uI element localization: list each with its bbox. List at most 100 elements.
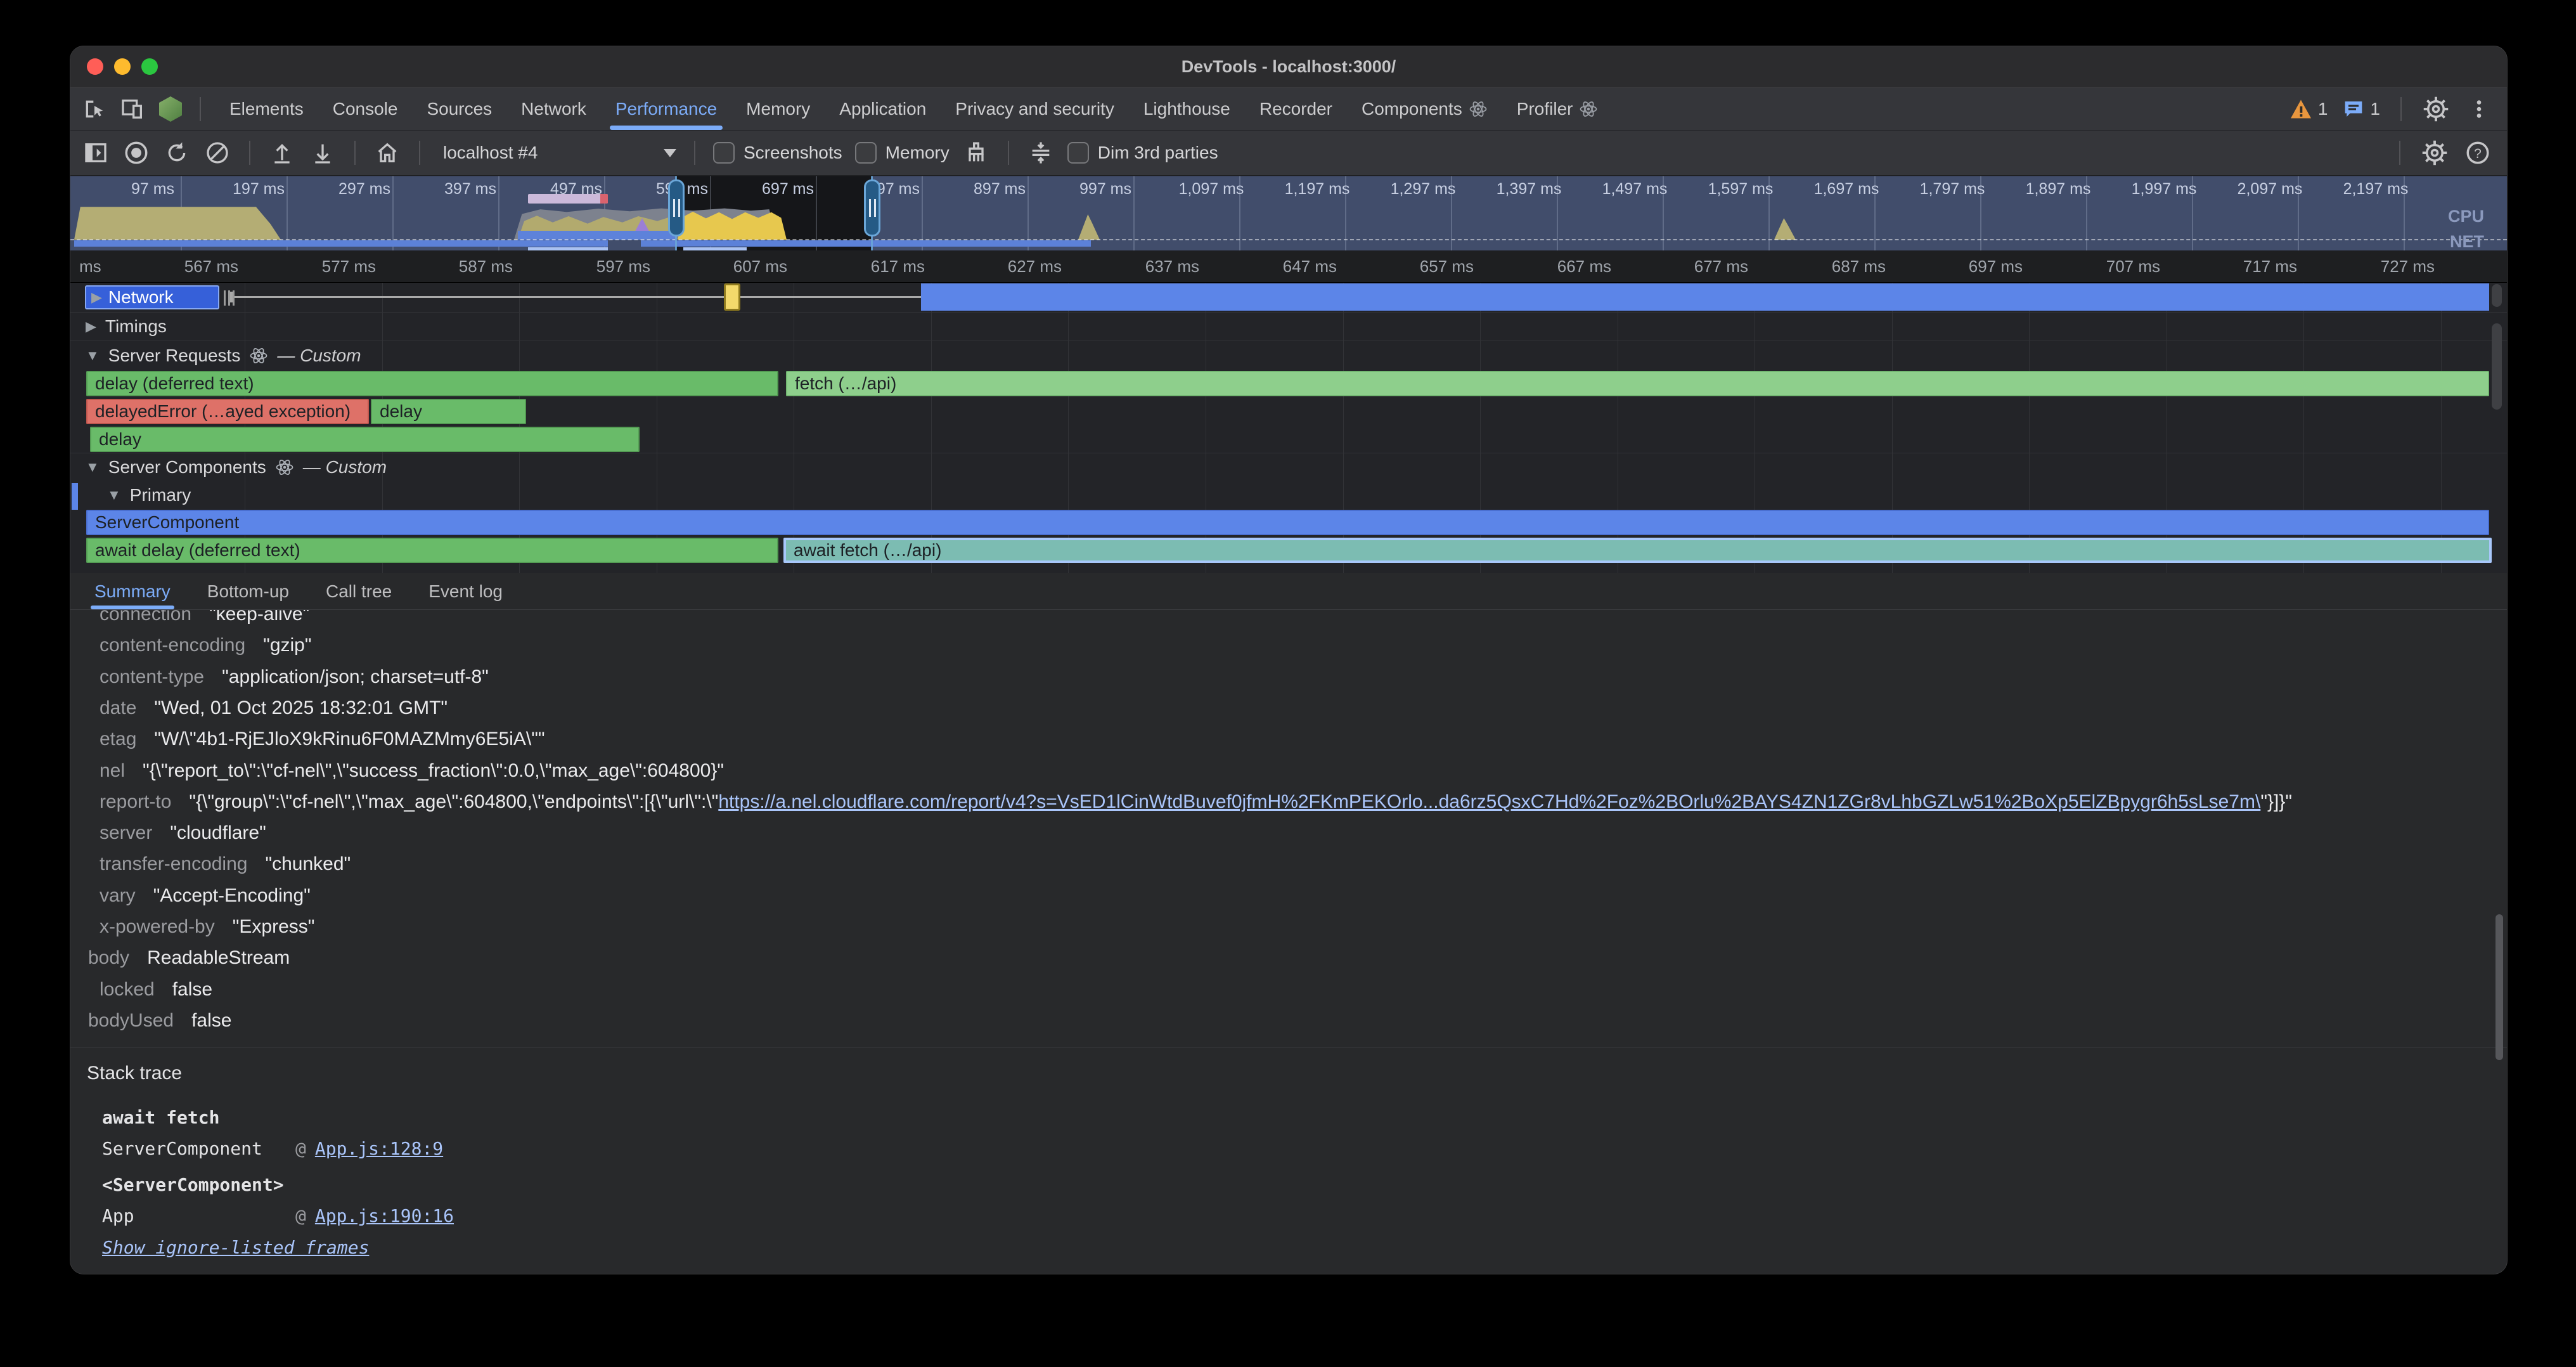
header-value: "Accept-Encoding" [153, 885, 311, 906]
server-components-track-label: Server Components [108, 457, 266, 477]
header-row-body: bodyReadableStream [70, 942, 2492, 974]
header-value: false [191, 1010, 231, 1031]
header-row-server: server"cloudflare" [70, 817, 2492, 849]
flame-bar-delayederror-ayed-exception[interactable]: delayedError (…ayed exception) [86, 399, 369, 424]
reload-record-icon[interactable] [163, 139, 191, 167]
divider [1008, 141, 1009, 165]
overview-tick-label: 2,197 ms [2343, 180, 2409, 198]
selected-network-event[interactable] [724, 283, 740, 311]
screenshots-checkbox[interactable]: Screenshots [713, 142, 842, 164]
tab-performance[interactable]: Performance [601, 88, 731, 130]
tab-profiler[interactable]: Profiler [1502, 88, 1613, 130]
details-tab-bottom-up[interactable]: Bottom-up [207, 573, 289, 609]
toggle-sidebar-icon[interactable] [82, 139, 110, 167]
source-location-link[interactable]: App.js:190:16 [315, 1205, 454, 1226]
flame-bar-delay[interactable]: delay [371, 399, 526, 424]
tab-memory[interactable]: Memory [731, 88, 825, 130]
react-icon [1469, 100, 1488, 119]
flame-chart[interactable]: ▶ Network ▶ Timings ▼ Server Requests — … [70, 283, 2507, 573]
history-select[interactable]: localhost #4 [438, 143, 676, 163]
tab-lighthouse[interactable]: Lighthouse [1129, 88, 1245, 130]
divider [2399, 141, 2400, 165]
issues-count: 1 [2370, 99, 2380, 119]
capture-settings-gear-icon[interactable] [2421, 139, 2449, 167]
details-tab-summary[interactable]: Summary [94, 573, 171, 609]
header-row-connection: connection"keep-alive" [70, 610, 2492, 630]
server-requests-track-label: Server Requests [108, 346, 241, 366]
collapse-flame-icon[interactable] [1027, 139, 1055, 167]
garbage-collect-icon[interactable] [962, 139, 990, 167]
flame-bar-await-fetch-api[interactable]: await fetch (…/api) [783, 538, 2492, 563]
tab-components[interactable]: Components [1347, 88, 1502, 130]
tabbar-left-icons [80, 88, 215, 130]
overview-tick-label: 1,397 ms [1497, 180, 1562, 198]
minimize-window-button[interactable] [114, 58, 131, 75]
issues-badge[interactable]: 1 [2343, 99, 2380, 119]
overview-tick-label: 97 ms [131, 180, 174, 198]
device-toolbar-icon[interactable] [119, 95, 146, 123]
help-icon[interactable]: ? [2464, 139, 2492, 167]
selection-left-handle[interactable] [668, 179, 685, 236]
details-tab-call-tree[interactable]: Call tree [326, 573, 392, 609]
svg-text:?: ? [2474, 146, 2482, 161]
kebab-menu-icon[interactable] [2465, 95, 2493, 123]
flame-bar-delay[interactable]: delay [90, 427, 640, 452]
clear-icon[interactable] [203, 139, 231, 167]
collapse-triangle-icon[interactable]: ▼ [107, 487, 121, 503]
divider [354, 141, 356, 165]
tab-label: Console [333, 99, 398, 119]
tab-elements[interactable]: Elements [215, 88, 318, 130]
row-divider [70, 312, 2507, 313]
download-profile-icon[interactable] [309, 139, 337, 167]
timeline-overview[interactable]: 97 ms197 ms297 ms397 ms497 ms597 ms697 m… [70, 176, 2507, 250]
report-to-url-link[interactable]: https://a.nel.cloudflare.com/report/v4?s… [718, 791, 2260, 812]
history-select-value: localhost #4 [443, 143, 538, 163]
track-header-primary[interactable]: ▼ Primary [107, 484, 191, 506]
track-drag-grip[interactable] [224, 290, 235, 306]
flame-bar-fetch-api[interactable]: fetch (…/api) [786, 371, 2489, 396]
show-ignore-listed-frames-link[interactable]: Show ignore-listed frames [102, 1232, 369, 1264]
warning-count: 1 [2318, 99, 2328, 119]
expand-triangle-icon[interactable]: ▶ [91, 289, 102, 306]
flame-bar-delay-deferred-text[interactable]: delay (deferred text) [86, 371, 778, 396]
collapse-triangle-icon[interactable]: ▼ [86, 459, 100, 476]
track-header-server-requests[interactable]: ▼ Server Requests — Custom [86, 345, 361, 366]
inspect-element-icon[interactable] [80, 95, 108, 123]
selection-right-handle[interactable] [864, 179, 880, 236]
network-request-bar[interactable] [921, 283, 2489, 311]
track-header-server-components[interactable]: ▼ Server Components — Custom [86, 457, 387, 478]
header-row-content-type: content-type"application/json; charset=u… [70, 661, 2492, 693]
upload-profile-icon[interactable] [268, 139, 296, 167]
close-window-button[interactable] [87, 58, 103, 75]
home-icon[interactable] [373, 139, 401, 167]
track-header-network[interactable]: ▶ Network [85, 285, 219, 309]
flame-bar-servercomponent[interactable]: ServerComponent [86, 510, 2489, 535]
flame-bar-await-delay-deferred-text[interactable]: await delay (deferred text) [86, 538, 778, 563]
tab-recorder[interactable]: Recorder [1245, 88, 1347, 130]
details-scrollbar-thumb[interactable] [2496, 914, 2503, 1060]
details-tab-event-log[interactable]: Event log [428, 573, 503, 609]
tab-label: Profiler [1517, 99, 1573, 119]
tab-application[interactable]: Application [825, 88, 941, 130]
ruler-tick-label: 707 ms [2106, 257, 2160, 276]
memory-checkbox[interactable]: Memory [855, 142, 950, 164]
collapse-triangle-icon[interactable]: ▼ [86, 347, 100, 364]
tab-sources[interactable]: Sources [412, 88, 506, 130]
header-key: nel [100, 760, 125, 781]
record-icon[interactable] [122, 139, 150, 167]
expand-triangle-icon[interactable]: ▶ [86, 318, 96, 335]
tab-network[interactable]: Network [506, 88, 601, 130]
tab-privacy-and-security[interactable]: Privacy and security [941, 88, 1129, 130]
tab-console[interactable]: Console [318, 88, 413, 130]
flame-scrollbar-thumb[interactable] [2492, 284, 2502, 307]
source-location-link[interactable]: App.js:128:9 [315, 1138, 443, 1159]
node-icon[interactable] [157, 95, 184, 123]
net-lane-label: NET [2450, 232, 2484, 250]
maximize-window-button[interactable] [141, 58, 158, 75]
header-key: body [88, 947, 129, 968]
dim-3rd-parties-checkbox[interactable]: Dim 3rd parties [1067, 142, 1218, 164]
settings-gear-icon[interactable] [2422, 95, 2450, 123]
warnings-badge[interactable]: 1 [2289, 99, 2328, 119]
track-header-timings[interactable]: ▶ Timings [86, 316, 167, 337]
flame-scrollbar-thumb[interactable] [2492, 323, 2502, 410]
